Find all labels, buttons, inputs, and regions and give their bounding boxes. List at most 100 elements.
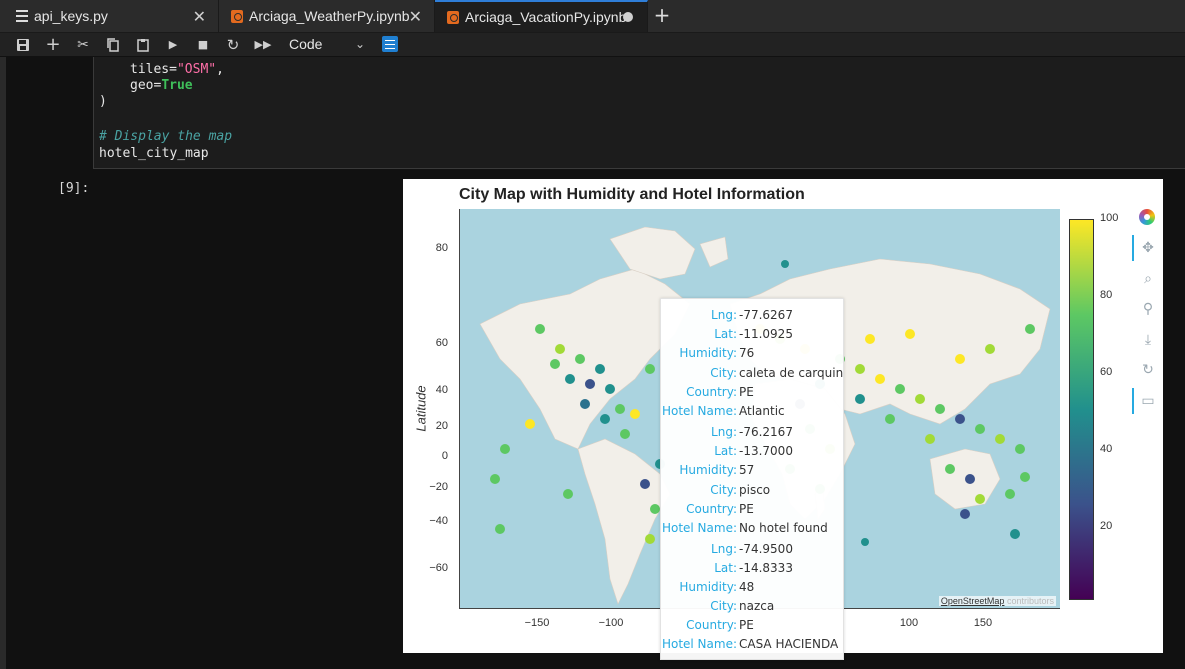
x-tick: 100 bbox=[899, 617, 919, 629]
tooltip-row: Lat: -11.0925 bbox=[661, 325, 843, 343]
tooltip-value: nazca bbox=[739, 599, 775, 613]
copy-icon[interactable] bbox=[103, 35, 123, 55]
add-cell-icon[interactable]: + bbox=[43, 35, 63, 55]
tooltip-value: No hotel found bbox=[739, 521, 828, 535]
code-line: ) bbox=[99, 94, 107, 109]
tooltip-row: City: pisco bbox=[661, 481, 843, 499]
tooltip-row: Lat: -13.7000 bbox=[661, 442, 843, 460]
colorbar-tick: 100 bbox=[1100, 212, 1119, 224]
wheel-zoom-icon[interactable]: ⚲ bbox=[1139, 300, 1157, 318]
tooltip-value: CASA HACIENDA bbox=[739, 637, 839, 651]
bokeh-logo-icon[interactable] bbox=[1139, 209, 1155, 225]
colorbar-tick: 60 bbox=[1100, 366, 1113, 378]
tooltip-row: Lng: -74.9500 bbox=[661, 540, 843, 558]
tooltip-value: 57 bbox=[739, 463, 755, 477]
tooltip-row: Humidity: 48 bbox=[661, 578, 843, 596]
close-icon[interactable]: ✕ bbox=[409, 7, 422, 26]
file-icon bbox=[16, 10, 28, 22]
notebook-icon bbox=[231, 9, 243, 23]
tooltip-label: City: bbox=[710, 599, 737, 613]
cut-icon[interactable]: ✂ bbox=[73, 35, 93, 55]
code-token: True bbox=[161, 78, 193, 93]
tooltip-label: Humidity: bbox=[679, 346, 737, 360]
y-tick: −60 bbox=[429, 562, 448, 574]
colorbar-tick: 20 bbox=[1100, 520, 1113, 532]
notebook-icon bbox=[447, 10, 459, 24]
stop-icon[interactable]: ■ bbox=[193, 35, 213, 55]
tooltip-label: Lng: bbox=[711, 425, 737, 439]
code-cell[interactable]: tiles="OSM", geo=True ) # Display the ma… bbox=[93, 57, 1185, 169]
tab-bar: api_keys.py ✕ Arciaga_WeatherPy.ipynb ✕ … bbox=[0, 0, 1185, 33]
y-tick: 40 bbox=[435, 384, 448, 396]
y-tick: 20 bbox=[435, 420, 448, 432]
tooltip-row: Humidity: 76 bbox=[661, 344, 843, 362]
tooltip-label: Hotel Name: bbox=[661, 521, 737, 535]
y-tick: −20 bbox=[429, 481, 448, 493]
tooltip-row: Hotel Name: CASA HACIENDA bbox=[661, 635, 843, 653]
tooltip-row: Hotel Name: No hotel found bbox=[661, 519, 843, 537]
property-inspector-icon[interactable] bbox=[382, 36, 398, 52]
tab-label: Arciaga_WeatherPy.ipynb bbox=[249, 8, 410, 24]
tooltip-label: City: bbox=[710, 366, 737, 380]
tab-api-keys[interactable]: api_keys.py ✕ bbox=[0, 0, 219, 32]
tooltip-label: Country: bbox=[686, 385, 737, 399]
active-tool-indicator bbox=[1132, 235, 1134, 261]
tooltip-value: PE bbox=[739, 502, 754, 516]
code-token: geo bbox=[130, 78, 154, 93]
plot-toolbar: ✥ ⌕ ⚲ ⤓ ↻ ▭ bbox=[1132, 207, 1161, 427]
tooltip-row: Lat: -14.8333 bbox=[661, 559, 843, 577]
code-token: "OSM" bbox=[176, 62, 217, 77]
tooltip-label: City: bbox=[710, 483, 737, 497]
tooltip-value: pisco bbox=[739, 483, 771, 497]
paste-icon[interactable] bbox=[133, 35, 153, 55]
tooltip-label: Lat: bbox=[714, 444, 737, 458]
tooltip-label: Country: bbox=[686, 618, 737, 632]
tooltip-value: -11.0925 bbox=[739, 327, 793, 341]
tooltip-label: Country: bbox=[686, 502, 737, 516]
y-tick: −40 bbox=[429, 515, 448, 527]
box-zoom-icon[interactable]: ⌕ bbox=[1139, 270, 1157, 288]
close-icon[interactable]: ✕ bbox=[193, 7, 206, 26]
run-icon[interactable]: ▶ bbox=[163, 35, 183, 55]
code-line: tiles="OSM", bbox=[130, 62, 224, 77]
tooltip-value: -13.7000 bbox=[739, 444, 793, 458]
tooltip-value: PE bbox=[739, 618, 754, 632]
code-token: tiles bbox=[130, 62, 170, 77]
cell-type-value: Code bbox=[289, 36, 323, 52]
left-rail bbox=[0, 57, 6, 669]
tooltip-value: caleta de carquin bbox=[739, 366, 844, 380]
tooltip-label: Lng: bbox=[711, 308, 737, 322]
colorbar-tick: 40 bbox=[1100, 443, 1113, 455]
restart-icon[interactable]: ↻ bbox=[223, 35, 243, 55]
tooltip-label: Lat: bbox=[714, 561, 737, 575]
add-tab-icon[interactable]: + bbox=[650, 4, 674, 28]
tooltip-row: Lng: -77.6267 bbox=[661, 306, 843, 324]
save-plot-icon[interactable]: ⤓ bbox=[1139, 331, 1157, 349]
reset-icon[interactable]: ↻ bbox=[1139, 361, 1157, 379]
active-tool-indicator bbox=[1132, 388, 1134, 414]
tooltip-row: Hotel Name: Atlantic bbox=[661, 402, 843, 420]
notebook-toolbar: + ✂ ▶ ■ ↻ ▶▶ Code ⌄ bbox=[0, 33, 1185, 56]
hover-tooltip: Lng: -77.6267 Lat: -11.0925 Humidity: 76 Ci… bbox=[660, 298, 844, 660]
code-line: geo=True bbox=[130, 78, 193, 93]
cell-type-select[interactable]: Code ⌄ bbox=[289, 34, 369, 54]
tooltip-row: Country: PE bbox=[661, 383, 843, 401]
save-icon[interactable] bbox=[13, 35, 33, 55]
code-line: hotel_city_map bbox=[99, 146, 209, 161]
hover-icon[interactable]: ▭ bbox=[1139, 392, 1157, 410]
tooltip-row: Lng: -76.2167 bbox=[661, 423, 843, 441]
tooltip-value: 76 bbox=[739, 346, 755, 360]
attribution-text: contributors bbox=[1006, 596, 1054, 606]
unsaved-dot-icon[interactable] bbox=[623, 12, 633, 22]
tooltip-row: City: caleta de carquin bbox=[661, 364, 843, 382]
y-tick: 0 bbox=[441, 450, 448, 462]
pan-icon[interactable]: ✥ bbox=[1139, 239, 1157, 257]
tab-label: api_keys.py bbox=[34, 8, 108, 24]
tooltip-row: Country: PE bbox=[661, 616, 843, 634]
tooltip-label: Humidity: bbox=[679, 580, 737, 594]
tab-weatherpy[interactable]: Arciaga_WeatherPy.ipynb ✕ bbox=[219, 0, 435, 32]
tab-vacationpy[interactable]: Arciaga_VacationPy.ipynb bbox=[435, 0, 648, 32]
attribution-link[interactable]: OpenStreetMap bbox=[941, 596, 1005, 606]
tooltip-label: Humidity: bbox=[679, 463, 737, 477]
fast-forward-icon[interactable]: ▶▶ bbox=[253, 35, 273, 55]
